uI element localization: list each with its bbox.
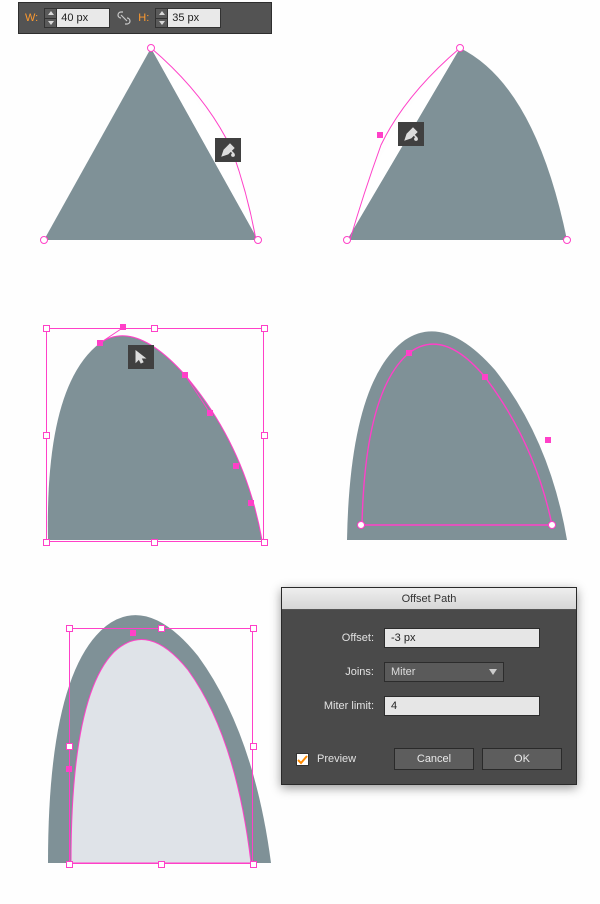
anchor-point[interactable]: [147, 44, 155, 52]
bbox-handle[interactable]: [158, 625, 165, 632]
anchor-point[interactable]: [406, 350, 412, 356]
pen-tool-icon: [398, 122, 424, 146]
preview-checkbox[interactable]: [296, 753, 309, 766]
shape-dome-right[interactable]: [335, 325, 575, 550]
offset-label: Offset:: [302, 632, 374, 644]
offset-input[interactable]: [384, 628, 540, 648]
direct-selection-icon: [128, 345, 154, 369]
bbox-handle[interactable]: [66, 743, 73, 750]
bbox-handle[interactable]: [158, 861, 165, 868]
bbox-handle[interactable]: [261, 325, 268, 332]
anchor-point[interactable]: [343, 236, 351, 244]
bbox-handle[interactable]: [261, 539, 268, 546]
anchor-point[interactable]: [130, 630, 136, 636]
bbox-handle[interactable]: [250, 861, 257, 868]
joins-value: Miter: [391, 666, 415, 678]
anchor-point[interactable]: [233, 463, 239, 469]
anchor-point[interactable]: [66, 766, 72, 772]
anchor-point[interactable]: [97, 340, 103, 346]
bounding-box: [46, 328, 264, 542]
anchor-point[interactable]: [254, 236, 262, 244]
bounding-box: [69, 628, 253, 864]
anchor-point[interactable]: [377, 132, 383, 138]
anchor-point[interactable]: [482, 374, 488, 380]
dialog-title: Offset Path: [282, 588, 576, 610]
cancel-button[interactable]: Cancel: [394, 748, 474, 770]
anchor-point[interactable]: [182, 372, 188, 378]
shape-dome-offset[interactable]: [36, 608, 276, 868]
anchor-point[interactable]: [548, 521, 556, 529]
joins-select[interactable]: Miter: [384, 662, 504, 682]
anchor-point[interactable]: [207, 410, 213, 416]
offset-path-dialog: Offset Path Offset: Joins: Miter Miter l…: [281, 587, 577, 785]
joins-label: Joins:: [302, 666, 374, 678]
shape-triangle-right[interactable]: [335, 40, 575, 250]
chevron-down-icon: [489, 669, 497, 675]
shape-dome-left[interactable]: [40, 325, 270, 550]
miter-limit-label: Miter limit:: [302, 700, 374, 712]
bbox-handle[interactable]: [66, 861, 73, 868]
pen-tool-icon: [215, 138, 241, 162]
bbox-handle[interactable]: [43, 539, 50, 546]
anchor-point[interactable]: [563, 236, 571, 244]
preview-label: Preview: [317, 753, 356, 765]
bbox-handle[interactable]: [250, 625, 257, 632]
bbox-handle[interactable]: [43, 432, 50, 439]
anchor-point[interactable]: [248, 500, 254, 506]
anchor-point[interactable]: [120, 324, 126, 330]
ok-button[interactable]: OK: [482, 748, 562, 770]
bbox-handle[interactable]: [66, 625, 73, 632]
bbox-handle[interactable]: [151, 325, 158, 332]
bbox-handle[interactable]: [43, 325, 50, 332]
bbox-handle[interactable]: [250, 743, 257, 750]
anchor-point[interactable]: [456, 44, 464, 52]
bbox-handle[interactable]: [261, 432, 268, 439]
anchor-point[interactable]: [545, 437, 551, 443]
bbox-handle[interactable]: [151, 539, 158, 546]
anchor-point[interactable]: [357, 521, 365, 529]
miter-limit-input[interactable]: [384, 696, 540, 716]
anchor-point[interactable]: [40, 236, 48, 244]
